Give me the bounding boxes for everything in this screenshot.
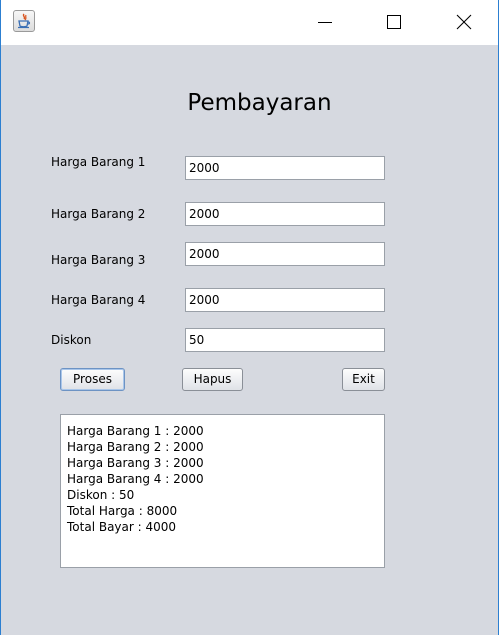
result-line: Harga Barang 4 : 2000 bbox=[67, 472, 204, 486]
maximize-button[interactable] bbox=[371, 0, 417, 45]
proses-button[interactable]: Proses bbox=[60, 368, 125, 391]
result-line: Diskon : 50 bbox=[67, 488, 135, 502]
hapus-button[interactable]: Hapus bbox=[182, 368, 243, 391]
title-bar[interactable] bbox=[1, 0, 498, 45]
label-harga-barang-3: Harga Barang 3 bbox=[51, 253, 146, 267]
exit-button[interactable]: Exit bbox=[342, 368, 385, 391]
app-window: Pembayaran Harga Barang 1 Harga Barang 2… bbox=[0, 0, 499, 635]
result-line: Harga Barang 2 : 2000 bbox=[67, 440, 204, 454]
harga-barang-4-input[interactable] bbox=[185, 288, 385, 312]
minimize-button[interactable] bbox=[302, 0, 348, 45]
java-app-icon[interactable] bbox=[13, 10, 35, 32]
label-harga-barang-4: Harga Barang 4 bbox=[51, 293, 146, 307]
close-icon bbox=[456, 14, 472, 30]
result-line: Total Harga : 8000 bbox=[67, 504, 178, 518]
minimize-icon bbox=[318, 22, 332, 23]
result-line: Harga Barang 1 : 2000 bbox=[67, 424, 204, 438]
result-line: Harga Barang 3 : 2000 bbox=[67, 456, 204, 470]
close-button[interactable] bbox=[441, 0, 487, 45]
maximize-icon bbox=[387, 15, 401, 29]
harga-barang-2-input[interactable] bbox=[185, 202, 385, 226]
diskon-input[interactable] bbox=[185, 328, 385, 352]
label-harga-barang-1: Harga Barang 1 bbox=[51, 155, 146, 169]
page-title: Pembayaran bbox=[187, 90, 332, 116]
label-harga-barang-2: Harga Barang 2 bbox=[51, 207, 146, 221]
harga-barang-1-input[interactable] bbox=[185, 156, 385, 180]
result-textarea[interactable]: Harga Barang 1 : 2000 Harga Barang 2 : 2… bbox=[60, 414, 385, 568]
label-diskon: Diskon bbox=[51, 333, 92, 347]
result-line: Total Bayar : 4000 bbox=[67, 520, 177, 534]
harga-barang-3-input[interactable] bbox=[185, 242, 385, 266]
